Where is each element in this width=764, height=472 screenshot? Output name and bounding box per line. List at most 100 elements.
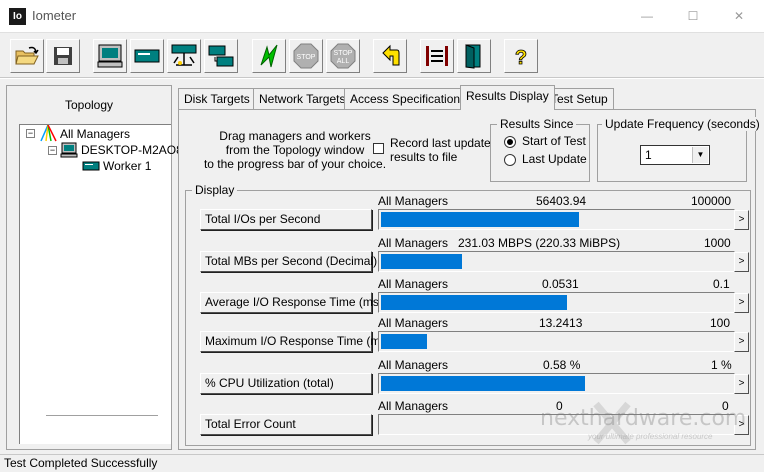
- close-button[interactable]: ✕: [716, 0, 762, 32]
- show-results-icon: [97, 44, 123, 68]
- tab-disk-targets[interactable]: Disk Targets: [178, 88, 256, 110]
- tab-access-specifications[interactable]: Access Specifications: [344, 88, 473, 110]
- metric-bar-track[interactable]: [378, 373, 735, 394]
- metric-bar-track[interactable]: [378, 331, 735, 352]
- tree-item-all-managers[interactable]: All Managers: [38, 125, 130, 143]
- metric-button[interactable]: Maximum I/O Response Time (ms): [200, 331, 390, 352]
- metric-range-button[interactable]: >: [734, 210, 749, 230]
- toolbar: STOP STOP ALL ?: [0, 32, 764, 78]
- new-disk-worker-icon: [134, 49, 160, 63]
- metric-button[interactable]: Average I/O Response Time (ms): [200, 292, 383, 313]
- metric-value-label: 0.58 %: [543, 358, 581, 372]
- minimize-button[interactable]: —: [624, 0, 670, 32]
- last-update-label: Last Update: [522, 152, 587, 166]
- status-text: Test Completed Successfully: [4, 456, 158, 470]
- main-area: Topology − All Managers − DESKTOP-M2AO8 …: [0, 79, 764, 454]
- results-since-group: Results Since Start of Test Last Update: [490, 117, 590, 182]
- window-title: Iometer: [32, 8, 77, 23]
- stop-button[interactable]: STOP: [289, 39, 323, 73]
- record-label-line: results to file: [390, 150, 458, 164]
- metric-bar-fill: [381, 254, 462, 269]
- reset-workers-icon: [382, 44, 400, 66]
- tree-item-label: Worker 1: [103, 159, 152, 173]
- metric-source-label: All Managers: [378, 277, 449, 291]
- save-icon: [54, 47, 72, 65]
- tree-item-worker[interactable]: Worker 1: [82, 159, 151, 173]
- save-config-button[interactable]: [46, 39, 80, 73]
- record-label-line: Record last update: [390, 136, 491, 150]
- metric-range-button[interactable]: >: [734, 332, 749, 352]
- status-bar: Test Completed Successfully: [0, 454, 764, 472]
- quit-button[interactable]: [457, 39, 491, 73]
- new-disk-worker-button[interactable]: [130, 39, 164, 73]
- metric-button[interactable]: % CPU Utilization (total): [200, 373, 372, 394]
- maximize-button[interactable]: ☐: [670, 0, 716, 32]
- update-frequency-select[interactable]: 1 ▼: [640, 145, 710, 165]
- update-frequency-value: 1: [645, 148, 652, 162]
- start-of-test-label: Start of Test: [522, 134, 586, 148]
- metric-bar-track[interactable]: [378, 292, 735, 313]
- disk-worker-icon: [82, 161, 100, 171]
- tree-item-manager[interactable]: DESKTOP-M2AO8: [60, 142, 183, 158]
- open-icon: [15, 46, 39, 65]
- metric-range-button[interactable]: >: [734, 252, 749, 272]
- metric-source-label: All Managers: [378, 316, 449, 330]
- metric-bar-fill: [381, 295, 567, 310]
- metric-value-label: 231.03 MBPS (220.33 MiBPS): [458, 236, 621, 250]
- reset-workers-button[interactable]: [373, 39, 407, 73]
- last-update-radio[interactable]: [504, 154, 516, 166]
- show-results-button[interactable]: [93, 39, 127, 73]
- record-results-label: Record last update results to file: [390, 136, 491, 164]
- topology-title: Topology: [64, 98, 114, 112]
- metric-button[interactable]: Total I/Os per Second: [200, 209, 372, 230]
- svg-text:STOP: STOP: [334, 50, 353, 57]
- drag-instructions: Drag managers and workers from the Topol…: [195, 129, 395, 171]
- new-network-worker-button[interactable]: [167, 39, 201, 73]
- update-frequency-title: Update Frequency (seconds): [602, 117, 763, 131]
- metric-bar-track[interactable]: [378, 209, 735, 230]
- metric-value-label: 13.2413: [539, 316, 583, 330]
- copy-worker-button[interactable]: [204, 39, 238, 73]
- results-since-title: Results Since: [497, 117, 577, 131]
- open-config-button[interactable]: [10, 39, 44, 73]
- svg-text:?: ?: [515, 47, 527, 69]
- metric-bar-fill: [381, 334, 427, 349]
- tree-scrollbar[interactable]: [46, 415, 158, 416]
- exit-button[interactable]: [420, 39, 454, 73]
- metric-button[interactable]: Total MBs per Second (Decimal): [200, 251, 377, 272]
- metric-bar-fill: [381, 212, 579, 227]
- start-of-test-radio[interactable]: [504, 136, 516, 148]
- metric-bar-track[interactable]: [378, 251, 735, 272]
- dropdown-arrow-icon[interactable]: ▼: [692, 147, 708, 163]
- tab-results-display[interactable]: Results Display: [460, 85, 555, 110]
- tab-test-setup[interactable]: Test Setup: [545, 88, 614, 110]
- metric-value-label: 0.0531: [542, 277, 579, 291]
- metric-button[interactable]: Total Error Count: [200, 414, 372, 435]
- metric-bar-fill: [381, 376, 585, 391]
- expand-desktop-manager[interactable]: −: [48, 146, 57, 155]
- record-results-checkbox[interactable]: [373, 143, 384, 154]
- stop-all-button[interactable]: STOP ALL: [326, 39, 360, 73]
- display-title: Display: [192, 183, 238, 197]
- metric-range-button[interactable]: >: [734, 293, 749, 313]
- expand-all-managers[interactable]: −: [26, 129, 35, 138]
- update-frequency-group: Update Frequency (seconds) 1 ▼: [597, 117, 763, 182]
- new-network-worker-icon: [171, 44, 197, 66]
- svg-text:ALL: ALL: [337, 58, 350, 65]
- exit-icon: [426, 46, 448, 66]
- watermark-logo: nexthardware.com your ultimate professio…: [528, 400, 758, 450]
- watermark-text: nexthardware.com: [540, 406, 747, 431]
- drag-text-line: Drag managers and workers: [219, 129, 371, 143]
- metric-source-label: All Managers: [378, 194, 449, 208]
- metric-range-button[interactable]: >: [734, 374, 749, 394]
- tree-item-label: DESKTOP-M2AO8: [81, 143, 183, 157]
- help-button[interactable]: ?: [504, 39, 538, 73]
- all-managers-icon: [40, 125, 57, 142]
- metric-max-label: 1 %: [711, 358, 732, 372]
- title-bar: Io Iometer — ☐ ✕: [0, 0, 764, 32]
- tab-network-targets[interactable]: Network Targets: [253, 88, 352, 110]
- start-tests-button[interactable]: [252, 39, 286, 73]
- metric-max-label: 1000: [704, 236, 731, 250]
- metric-value-label: 56403.94: [536, 194, 587, 208]
- drag-text-line: from the Topology window: [225, 143, 365, 157]
